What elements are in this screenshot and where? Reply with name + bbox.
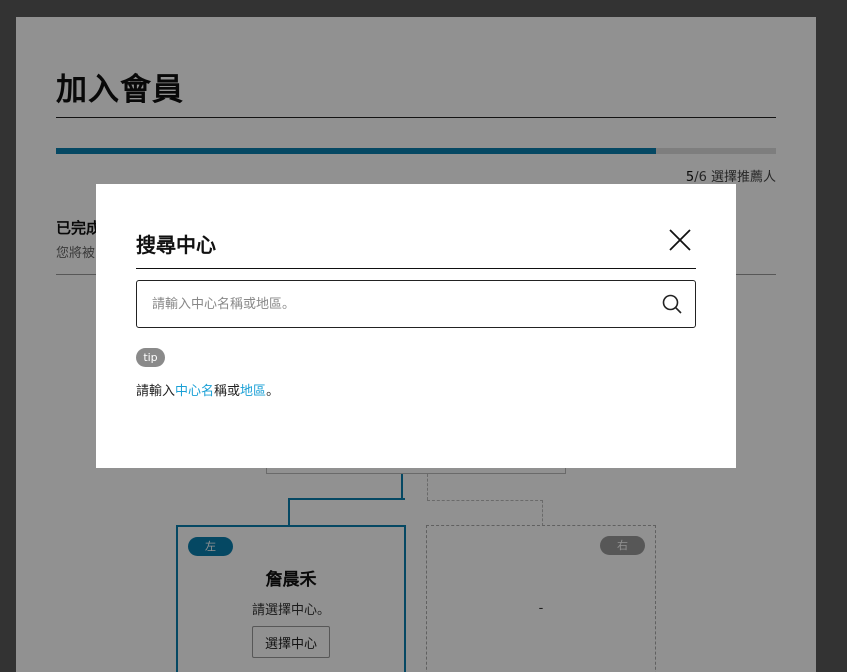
search-box	[136, 280, 696, 328]
modal-title: 搜尋中心	[136, 233, 216, 257]
tip-badge: tip	[136, 348, 165, 367]
tip-text-part: 請輸入	[136, 384, 176, 399]
modal-divider	[136, 268, 696, 269]
search-center-modal: 搜尋中心 tip 請輸入中心名稱或地區。	[96, 184, 736, 468]
tip-text-part: 稱或	[214, 384, 241, 399]
tip-highlight-region: 地區	[240, 384, 267, 399]
search-icon[interactable]	[661, 293, 683, 315]
tip-highlight-center-name: 中心名	[175, 384, 215, 399]
close-icon	[669, 229, 691, 251]
tip-text-part: 。	[266, 384, 280, 399]
search-input[interactable]	[152, 281, 652, 327]
close-button[interactable]	[664, 224, 696, 256]
tip-text: 請輸入中心名稱或地區。	[136, 380, 279, 399]
